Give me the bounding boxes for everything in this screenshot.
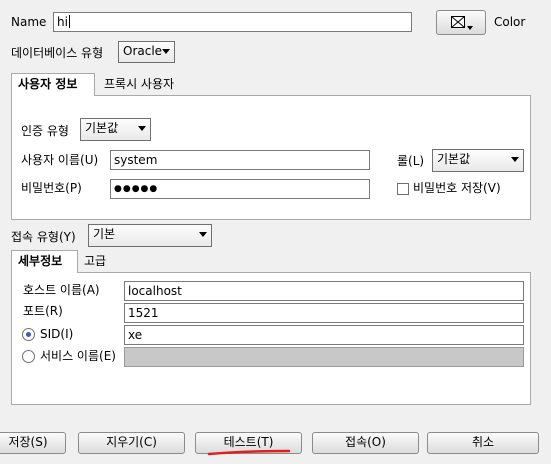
color-label: Color [494,15,526,29]
port-label: 포트(R) [23,304,63,318]
username-input[interactable]: system [110,150,370,170]
sid-radio[interactable] [22,328,35,341]
color-picker-button[interactable] [436,10,486,35]
service-name-label: 서비스 이름(E) [40,349,116,363]
tab-proxy-user[interactable]: 프록시 사용자 [98,74,180,94]
text-caret [68,15,70,28]
connect-type-select[interactable]: 기본 [88,224,212,247]
db-type-value: Oracle [123,44,163,58]
annotation-underline [207,449,291,456]
save-password-label: 비밀번호 저장(V) [413,181,501,195]
save-password-checkbox[interactable] [397,183,409,195]
tab-advanced[interactable]: 고급 [78,251,112,271]
tab-details[interactable]: 세부정보 [11,250,78,273]
host-input[interactable]: localhost [124,281,524,301]
connect-type-label: 접속 유형(Y) [11,230,76,244]
chevron-down-icon [162,49,170,54]
host-label: 호스트 이름(A) [23,283,100,297]
auth-type-select[interactable]: 기본값 [80,118,151,141]
connect-type-value: 기본 [93,227,116,241]
port-input[interactable]: 1521 [124,303,524,323]
password-label: 비밀번호(P) [21,181,82,195]
auth-type-value: 기본값 [85,121,119,135]
role-label: 롤(L) [397,154,425,168]
db-type-select[interactable]: Oracle [118,41,175,63]
connect-button[interactable]: 접속(O) [312,432,419,454]
sid-input[interactable]: xe [124,325,524,345]
role-value: 기본값 [437,152,471,166]
chevron-down-icon [138,126,146,131]
password-input[interactable]: ●●●●● [110,179,370,199]
details-panel: 호스트 이름(A) localhost 포트(R) 1521 SID(I) xe… [11,272,531,405]
sid-label: SID(I) [40,327,74,341]
save-button[interactable]: 저장(S) [0,432,66,454]
color-swatch-icon [451,16,465,28]
service-name-radio[interactable] [22,350,35,363]
cancel-button[interactable]: 취소 [427,432,539,454]
chevron-down-icon [511,157,519,162]
chevron-down-icon [199,232,207,237]
chevron-down-icon [467,26,473,30]
name-label: Name [11,15,47,29]
username-label: 사용자 이름(U) [21,153,99,167]
name-input[interactable]: hi [53,12,412,32]
name-value: hi [57,15,68,29]
role-select[interactable]: 기본값 [432,149,524,172]
db-type-label: 데이터베이스 유형 [11,46,104,60]
tab-user-info[interactable]: 사용자 정보 [11,73,95,96]
clear-button[interactable]: 지우기(C) [78,432,185,454]
user-info-panel: 인증 유형 기본값 사용자 이름(U) system 비밀번호(P) ●●●●●… [11,95,531,220]
auth-type-label: 인증 유형 [21,124,69,138]
service-name-input [124,347,524,367]
